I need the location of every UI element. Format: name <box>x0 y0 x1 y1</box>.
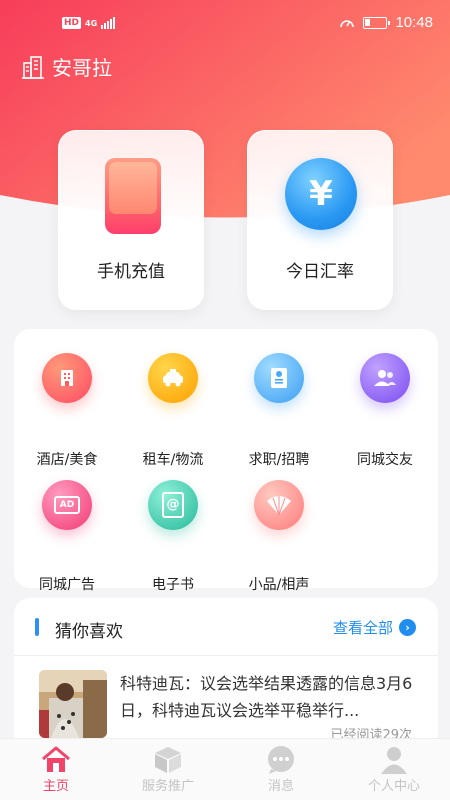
article-title[interactable]: 科特迪瓦：议会选举结果透露的信息3月6日，科特迪瓦议会选举平稳举行... <box>120 670 420 724</box>
battery-icon <box>363 16 391 29</box>
yen-icon: ¥ <box>285 158 357 230</box>
friends-icon <box>360 353 410 403</box>
service-label: 小品/相声 <box>248 577 310 593</box>
section-accent-bar <box>35 618 39 636</box>
tab-label: 个人中心 <box>367 779 420 794</box>
location-selector[interactable]: 安哥拉 <box>22 52 112 81</box>
ad-badge: AD <box>54 496 80 514</box>
service-label: 租车/物流 <box>142 452 204 468</box>
tab-label: 消息 <box>267 779 294 794</box>
location-label: 安哥拉 <box>52 56 112 80</box>
service-label: 求职/招聘 <box>248 452 310 468</box>
exchange-rate-label: 今日汇率 <box>286 262 354 282</box>
ebook-icon: @ <box>148 480 198 530</box>
service-ads[interactable]: AD 同城广告 <box>14 480 120 593</box>
service-label: 电子书 <box>152 577 194 593</box>
service-jobs[interactable]: 求职/招聘 <box>226 353 332 468</box>
exchange-rate-card[interactable]: ¥ 今日汇率 <box>247 130 393 310</box>
speed-icon <box>340 19 355 27</box>
message-icon <box>268 746 294 774</box>
fan-icon <box>254 480 304 530</box>
user-icon <box>381 747 407 774</box>
view-all-label: 查看全部 <box>332 619 393 637</box>
service-ebook[interactable]: @ 电子书 <box>120 480 226 593</box>
network-label: 4G <box>85 18 98 28</box>
service-label: 同城交友 <box>357 452 413 468</box>
status-right: 10:48 <box>339 14 433 31</box>
phone-recharge-card[interactable]: 手机充值 <box>58 130 204 310</box>
status-left: HD 4G <box>62 17 116 29</box>
status-bar: HD 4G 10:48 <box>0 0 450 50</box>
tab-label: 主页 <box>42 779 69 794</box>
tab-label: 服务推广 <box>141 779 194 794</box>
service-hotel-food[interactable]: 酒店/美食 <box>14 353 120 468</box>
tab-service-promo[interactable]: 服务推广 <box>112 739 224 800</box>
signal-icon <box>101 17 116 29</box>
tab-home[interactable]: 主页 <box>0 739 112 800</box>
status-time: 10:48 <box>395 14 433 31</box>
service-label: 酒店/美食 <box>36 452 98 468</box>
service-car-logistics[interactable]: 租车/物流 <box>120 353 226 468</box>
hotel-icon <box>42 353 92 403</box>
view-all-button[interactable]: 查看全部 › <box>333 617 416 638</box>
ebook-symbol: @ <box>162 492 184 518</box>
chevron-right-icon: › <box>399 619 416 636</box>
services-grid: 酒店/美食 租车/物流 求职/招聘 同城交友 AD 同城广告 @ 电子书 小品/ <box>14 329 438 593</box>
hd-badge: HD <box>62 17 82 29</box>
service-friends[interactable]: 同城交友 <box>332 353 438 468</box>
tab-messages[interactable]: 消息 <box>225 739 337 800</box>
tab-profile[interactable]: 个人中心 <box>338 739 450 800</box>
resume-icon <box>254 353 304 403</box>
ad-icon: AD <box>42 480 92 530</box>
city-icon <box>22 55 44 79</box>
taxi-icon <box>148 353 198 403</box>
service-label: 同城广告 <box>39 577 95 593</box>
article-thumbnail[interactable] <box>39 670 107 738</box>
phone-recharge-label: 手机充值 <box>97 262 165 282</box>
divider <box>14 655 438 656</box>
service-comedy[interactable]: 小品/相声 <box>226 480 332 593</box>
bottom-tab-bar: 主页 服务推广 消息 个人中心 <box>0 738 450 800</box>
recommend-title: 猜你喜欢 <box>55 622 123 642</box>
phone-icon <box>105 158 161 234</box>
home-icon <box>42 746 70 772</box>
box-icon <box>155 747 181 773</box>
